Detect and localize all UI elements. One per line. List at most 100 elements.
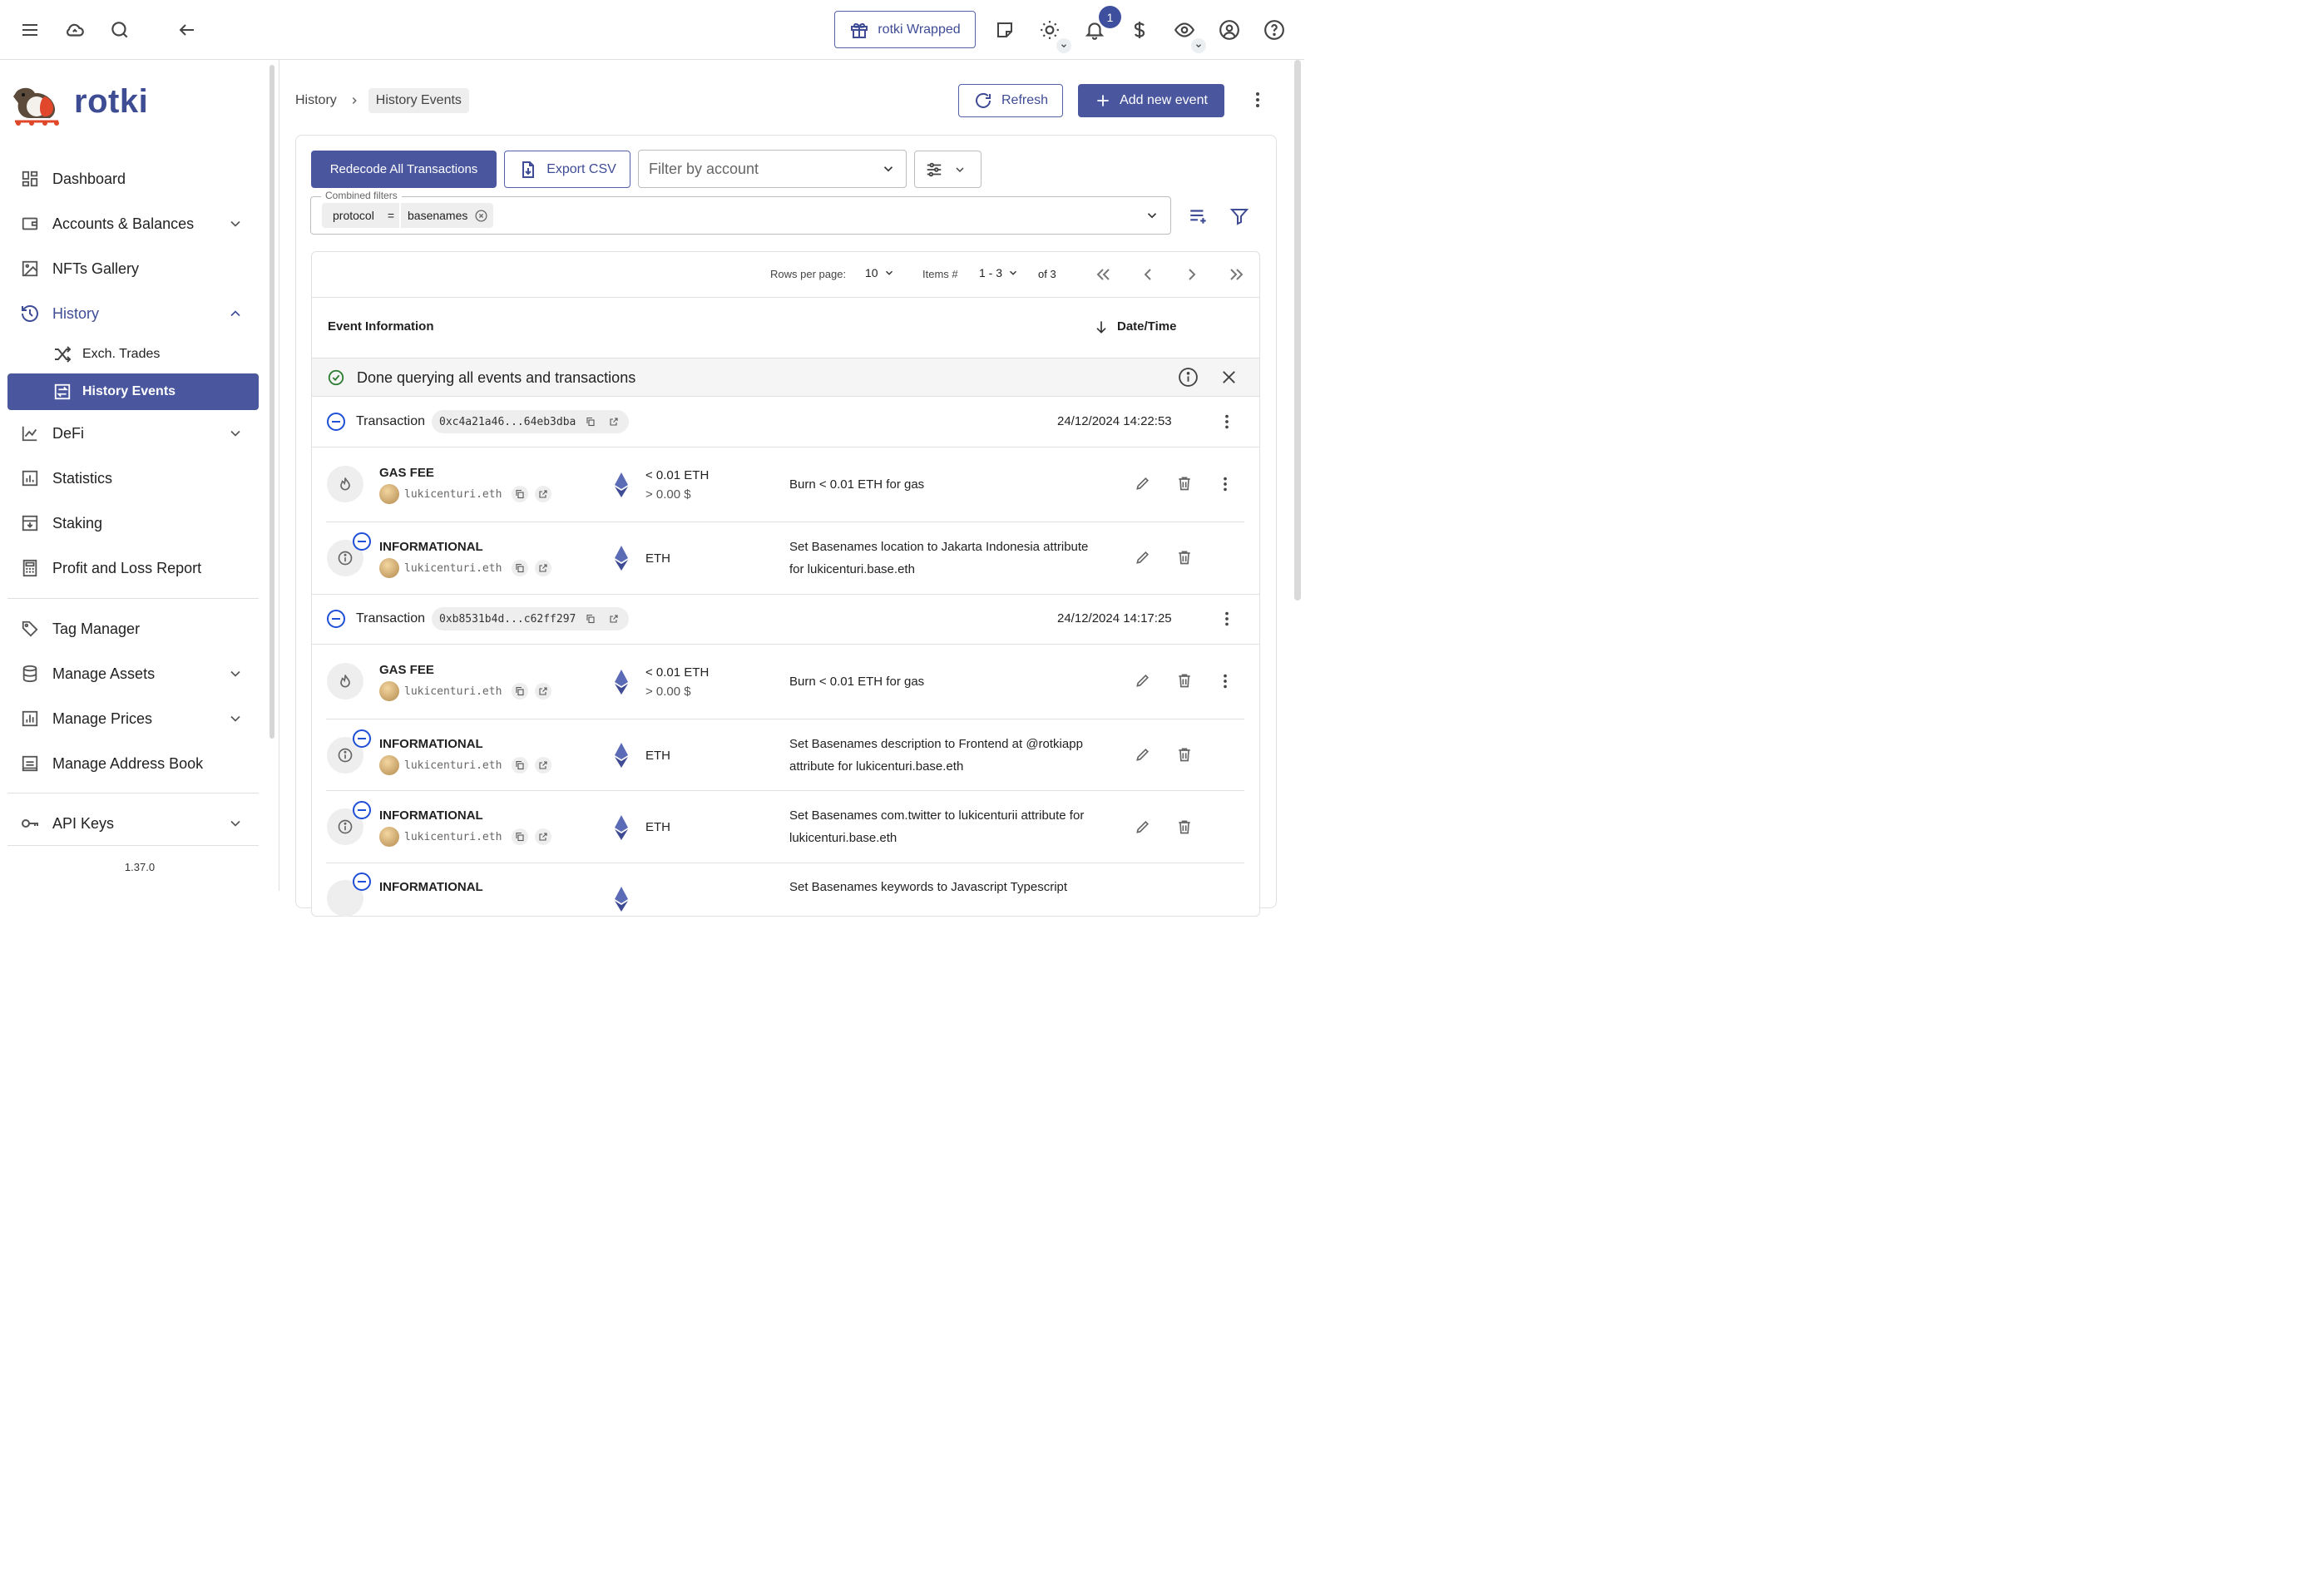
- external-link-icon[interactable]: [535, 683, 552, 700]
- transaction-hash-chip[interactable]: 0xc4a21a46...64eb3dba: [432, 410, 630, 433]
- collapse-transaction-icon[interactable]: [327, 610, 345, 628]
- transaction-hash-chip[interactable]: 0xb8531b4d...c62ff297: [432, 607, 630, 630]
- delete-trash-icon[interactable]: [1176, 475, 1193, 492]
- theme-chevron-icon[interactable]: [1056, 38, 1071, 53]
- edit-pencil-icon[interactable]: [1135, 475, 1151, 492]
- cloud-icon[interactable]: [60, 15, 90, 45]
- breadcrumb-parent[interactable]: History: [295, 93, 337, 108]
- sidebar-item-manage-prices[interactable]: Manage Prices: [7, 700, 259, 737]
- sidebar-item-dashboard[interactable]: Dashboard: [7, 161, 259, 197]
- sidebar-item-history[interactable]: History: [7, 295, 259, 332]
- copy-icon[interactable]: [582, 413, 600, 430]
- sidebar-item-accounts-balances[interactable]: Accounts & Balances: [7, 205, 259, 242]
- sidebar-item-api-keys[interactable]: API Keys: [7, 805, 259, 842]
- help-icon[interactable]: [1259, 15, 1289, 45]
- collapse-event-icon[interactable]: [353, 801, 371, 819]
- chevron-down-icon[interactable]: [1145, 208, 1160, 223]
- sidebar-item-exch-trades[interactable]: Exch. Trades: [7, 336, 259, 373]
- collapse-event-icon[interactable]: [353, 729, 371, 748]
- edit-pencil-icon[interactable]: [1135, 672, 1151, 689]
- external-link-icon[interactable]: [535, 486, 552, 502]
- more-vertical-icon[interactable]: [1218, 413, 1236, 431]
- menu-icon[interactable]: [15, 15, 45, 45]
- chevron-down-icon[interactable]: [227, 665, 244, 682]
- sidebar-item-staking[interactable]: Staking: [7, 505, 259, 541]
- export-csv-button[interactable]: Export CSV: [504, 151, 630, 188]
- external-link-icon[interactable]: [606, 413, 623, 430]
- edit-pencil-icon[interactable]: [1135, 818, 1151, 835]
- filter-chip[interactable]: protocol = basenames: [322, 203, 493, 228]
- copy-icon[interactable]: [512, 828, 529, 845]
- sidebar-item-statistics[interactable]: Statistics: [7, 460, 259, 497]
- rotki-wrapped-button[interactable]: rotki Wrapped: [834, 11, 976, 48]
- chevron-up-icon[interactable]: [227, 305, 244, 322]
- currency-dollar-icon[interactable]: [1125, 15, 1155, 45]
- edit-pencil-icon[interactable]: [1135, 746, 1151, 763]
- items-total-text: of 3: [1038, 268, 1056, 280]
- collapse-transaction-icon[interactable]: [327, 413, 345, 431]
- column-header-date-time[interactable]: Date/Time: [1117, 319, 1176, 334]
- more-vertical-icon[interactable]: [1218, 610, 1236, 628]
- edit-pencil-icon[interactable]: [1135, 549, 1151, 566]
- privacy-chevron-icon[interactable]: [1191, 38, 1206, 53]
- flame-icon: [327, 466, 363, 502]
- sidebar-item-profit-loss-report[interactable]: Profit and Loss Report: [7, 550, 259, 586]
- delete-trash-icon[interactable]: [1176, 818, 1193, 835]
- filter-by-account-select[interactable]: Filter by account: [638, 150, 907, 188]
- price-chart-icon: [19, 708, 41, 729]
- last-page-icon[interactable]: [1227, 264, 1247, 284]
- external-link-icon[interactable]: [535, 828, 552, 845]
- event-account: lukicenturi.eth: [379, 827, 552, 847]
- chevron-down-icon[interactable]: [227, 215, 244, 232]
- next-page-icon[interactable]: [1182, 264, 1202, 284]
- chevron-down-icon[interactable]: [227, 710, 244, 727]
- page-scrollbar[interactable]: [1294, 60, 1301, 601]
- collapse-event-icon[interactable]: [353, 532, 371, 551]
- items-range-select[interactable]: 1 - 3: [979, 266, 1019, 279]
- delete-trash-icon[interactable]: [1176, 746, 1193, 763]
- sidebar-item-manage-assets[interactable]: Manage Assets: [7, 655, 259, 692]
- sidebar-item-tag-manager[interactable]: Tag Manager: [7, 611, 259, 647]
- ethereum-icon: [611, 815, 631, 840]
- copy-icon[interactable]: [512, 560, 529, 576]
- back-arrow-icon[interactable]: [172, 15, 202, 45]
- chevron-down-icon[interactable]: [227, 815, 244, 832]
- search-icon[interactable]: [105, 15, 135, 45]
- collapse-event-icon[interactable]: [353, 873, 371, 891]
- redecode-all-button[interactable]: Redecode All Transactions: [311, 151, 497, 188]
- account-circle-icon[interactable]: [1214, 15, 1244, 45]
- notes-icon[interactable]: [990, 15, 1020, 45]
- prev-page-icon[interactable]: [1138, 264, 1158, 284]
- close-icon[interactable]: [1219, 368, 1239, 387]
- settings-filter-dropdown[interactable]: [914, 151, 982, 188]
- add-filter-list-icon[interactable]: [1188, 205, 1209, 227]
- external-link-icon[interactable]: [606, 611, 623, 627]
- external-link-icon[interactable]: [535, 757, 552, 774]
- sidebar-item-address-book[interactable]: Manage Address Book: [7, 745, 259, 782]
- filter-funnel-icon[interactable]: [1229, 206, 1249, 226]
- more-vertical-icon[interactable]: [1216, 475, 1234, 493]
- ethereum-icon: [611, 887, 631, 912]
- refresh-button[interactable]: Refresh: [958, 84, 1063, 117]
- rows-per-page-select[interactable]: 10: [865, 266, 895, 279]
- copy-icon[interactable]: [512, 757, 529, 774]
- delete-trash-icon[interactable]: [1176, 549, 1193, 566]
- sidebar-item-defi[interactable]: DeFi: [7, 415, 259, 452]
- external-link-icon[interactable]: [535, 560, 552, 576]
- close-circle-icon[interactable]: [474, 209, 488, 223]
- more-vertical-icon[interactable]: [1216, 672, 1234, 690]
- copy-icon[interactable]: [582, 611, 600, 627]
- chevron-down-icon[interactable]: [227, 425, 244, 442]
- add-new-event-button[interactable]: Add new event: [1078, 84, 1224, 117]
- sort-arrow-down-icon[interactable]: [1093, 319, 1110, 335]
- delete-trash-icon[interactable]: [1176, 672, 1193, 689]
- sidebar-item-nfts-gallery[interactable]: NFTs Gallery: [7, 250, 259, 287]
- info-icon[interactable]: [1178, 367, 1199, 388]
- first-page-icon[interactable]: [1093, 264, 1113, 284]
- sidebar-scrollbar[interactable]: [269, 65, 274, 739]
- copy-icon[interactable]: [512, 486, 529, 502]
- sidebar-item-history-events[interactable]: History Events: [7, 373, 259, 410]
- more-vertical-icon[interactable]: [1248, 90, 1268, 110]
- copy-icon[interactable]: [512, 683, 529, 700]
- event-account: lukicenturi.eth: [379, 681, 552, 701]
